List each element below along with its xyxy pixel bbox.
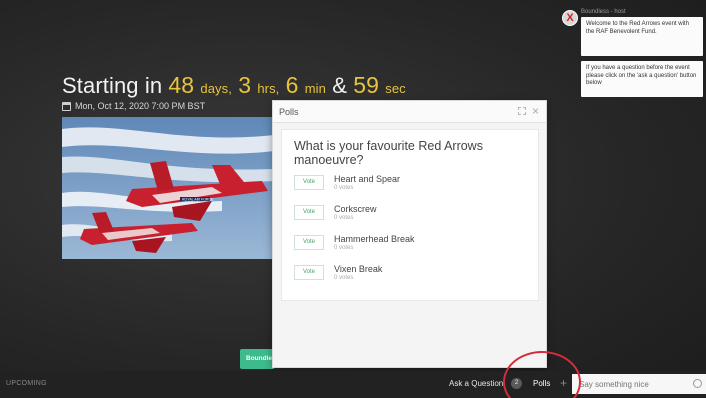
poll-question: What is your favourite Red Arrows manoeu…	[294, 139, 483, 167]
poll-option-votes: 0 votes	[334, 275, 354, 281]
poll-option: Vote Hammerhead Break 0 votes	[294, 232, 524, 254]
vote-button[interactable]: Vote	[294, 265, 324, 280]
poll-card: What is your favourite Red Arrows manoeu…	[281, 129, 539, 301]
bottom-bar: UPCOMING Ask a Question 2 Polls +	[0, 371, 706, 398]
vote-button[interactable]: Vote	[294, 235, 324, 250]
chat-message: Welcome to the Red Arrows event with the…	[581, 17, 703, 56]
countdown-timer: Starting in 48 days, 3 hrs, 6 min & 59 s…	[62, 72, 406, 99]
countdown-prefix: Starting in	[62, 73, 163, 98]
expand-icon[interactable]	[518, 107, 526, 115]
event-status: UPCOMING	[6, 380, 47, 387]
countdown-minutes-unit: min	[304, 81, 326, 96]
poll-option-votes: 0 votes	[334, 185, 354, 191]
chat-message: If you have a question before the event …	[581, 61, 703, 97]
poll-option: Vote Corkscrew 0 votes	[294, 202, 524, 224]
calendar-icon	[62, 101, 71, 111]
polls-modal-title: Polls	[279, 107, 299, 117]
polls-tab[interactable]: Polls	[533, 379, 550, 388]
countdown-minutes: 6	[285, 72, 299, 98]
chat-panel: X Boundless - host Welcome to the Red Ar…	[560, 6, 706, 100]
event-image: ROYAL AIR FORCE	[62, 117, 274, 259]
plus-icon[interactable]: +	[560, 376, 567, 390]
host-avatar: X	[562, 10, 578, 26]
poll-option: Vote Heart and Spear 0 votes	[294, 172, 524, 194]
chat-input[interactable]	[572, 374, 706, 394]
countdown-days-unit: days,	[200, 81, 232, 96]
event-date: Mon, Oct 12, 2020 7:00 PM BST	[75, 101, 206, 111]
countdown-seconds: 59	[353, 72, 379, 98]
poll-option-label: Corkscrew	[334, 204, 377, 214]
polls-modal-header: Polls ×	[273, 101, 546, 123]
tail-text: ROYAL AIR FORCE	[182, 198, 214, 202]
ask-question-button[interactable]: Ask a Question	[449, 379, 503, 388]
emoji-icon[interactable]	[693, 379, 702, 388]
red-arrows-photo: ROYAL AIR FORCE	[62, 117, 274, 259]
host-name: Boundless - host	[581, 9, 626, 15]
ask-question-count-badge: 2	[511, 378, 522, 389]
poll-option: Vote Vixen Break 0 votes	[294, 262, 524, 284]
poll-option-votes: 0 votes	[334, 245, 354, 251]
polls-modal: Polls × What is your favourite Red Arrow…	[272, 100, 547, 368]
poll-option-label: Vixen Break	[334, 264, 383, 274]
host-avatar-initial: X	[566, 11, 574, 24]
boundless-tab[interactable]: Boundless	[240, 349, 279, 369]
vote-button[interactable]: Vote	[294, 205, 324, 220]
vote-button[interactable]: Vote	[294, 175, 324, 190]
countdown-days: 48	[168, 72, 195, 98]
poll-option-votes: 0 votes	[334, 215, 354, 221]
countdown-ampersand: &	[332, 73, 347, 98]
close-icon[interactable]: ×	[532, 104, 539, 118]
poll-option-label: Heart and Spear	[334, 174, 401, 184]
event-stage: Starting in 48 days, 3 hrs, 6 min & 59 s…	[0, 0, 706, 398]
countdown-hours-unit: hrs,	[257, 81, 280, 96]
event-date-row: Mon, Oct 12, 2020 7:00 PM BST	[62, 101, 205, 111]
poll-option-label: Hammerhead Break	[334, 234, 415, 244]
countdown-seconds-unit: sec	[385, 81, 406, 96]
countdown-hours: 3	[238, 72, 252, 98]
